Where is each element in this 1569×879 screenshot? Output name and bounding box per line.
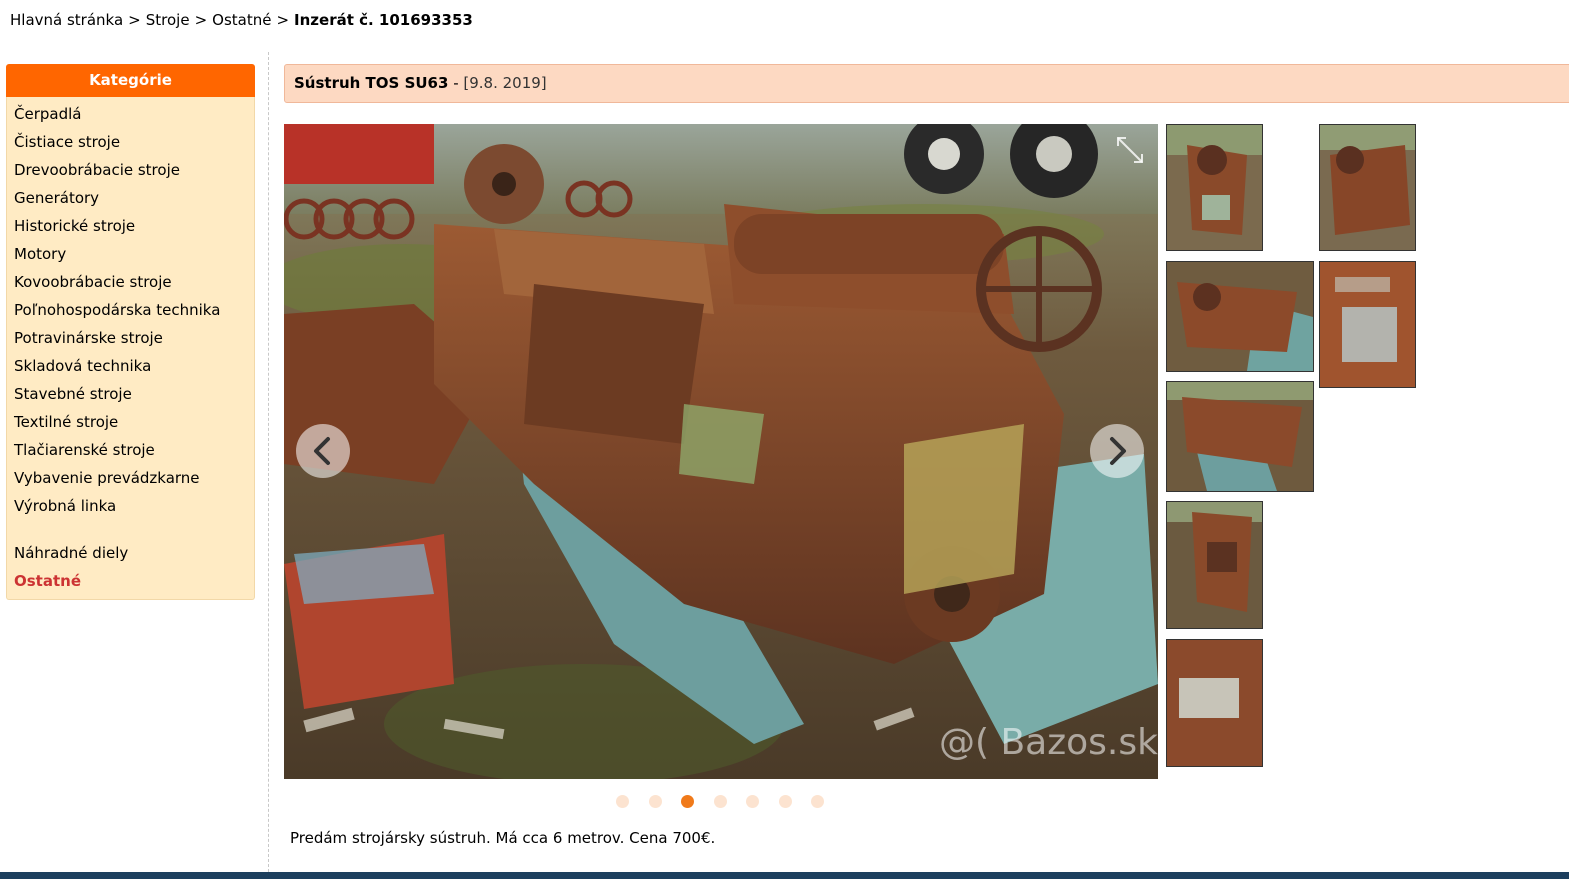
breadcrumb-stroje[interactable]: Stroje	[146, 11, 190, 29]
thumbnail-image	[1167, 262, 1313, 371]
thumbnail[interactable]	[1166, 639, 1263, 767]
thumbnail-image	[1320, 125, 1415, 250]
breadcrumb-ostatne[interactable]: Ostatné	[212, 11, 271, 29]
category-sidebar: Kategórie Čerpadlá Čistiace stroje Drevo…	[6, 64, 255, 600]
category-gap	[7, 520, 254, 539]
listing-description: Predám strojársky sústruh. Má cca 6 metr…	[290, 829, 716, 847]
category-item-historicke-stroje[interactable]: Historické stroje	[7, 212, 254, 240]
category-item-drevoobrabacie-stroje[interactable]: Drevoobrábacie stroje	[7, 156, 254, 184]
breadcrumb-separator: >	[276, 11, 290, 29]
thumbnail[interactable]	[1319, 124, 1416, 251]
breadcrumb-separator: >	[128, 11, 141, 29]
category-header: Kategórie	[6, 64, 255, 97]
category-item-kovoobrabacie-stroje[interactable]: Kovoobrábacie stroje	[7, 268, 254, 296]
watermark: @( Bazos.sk	[939, 722, 1158, 763]
listing-title: Sústruh TOS SU63	[294, 74, 449, 92]
category-item-nahradne-diely[interactable]: Náhradné diely	[7, 539, 254, 567]
gallery-dot[interactable]	[714, 795, 727, 808]
breadcrumb-current: Inzerát č. 101693353	[294, 11, 473, 29]
gallery-dot[interactable]	[746, 795, 759, 808]
category-item-polnohospodarska-technika[interactable]: Poľnohospodárska technika	[7, 296, 254, 324]
category-item-stavebne-stroje[interactable]: Stavebné stroje	[7, 380, 254, 408]
thumbnail[interactable]	[1166, 261, 1314, 372]
chevron-right-icon	[1110, 437, 1126, 465]
title-date-separator: -	[448, 74, 464, 92]
thumbnail[interactable]	[1166, 501, 1263, 629]
gallery-dot-active[interactable]	[681, 795, 694, 808]
category-item-skladova-technika[interactable]: Skladová technika	[7, 352, 254, 380]
main-photo[interactable]: @( Bazos.sk	[284, 124, 1158, 779]
content-divider	[268, 52, 269, 872]
thumbnail-image	[1167, 382, 1313, 491]
gallery-dot[interactable]	[616, 795, 629, 808]
category-item-ostatne[interactable]: Ostatné	[7, 567, 254, 595]
category-item-generatory[interactable]: Generátory	[7, 184, 254, 212]
listing-title-bar: Sústruh TOS SU63 - [9.8. 2019]	[284, 64, 1569, 103]
thumbnail-image	[1167, 125, 1262, 250]
category-item-cistiace-stroje[interactable]: Čistiace stroje	[7, 128, 254, 156]
thumbnail-image	[1167, 640, 1262, 766]
category-item-cerpadla[interactable]: Čerpadlá	[7, 100, 254, 128]
thumbnail-image	[1320, 262, 1415, 387]
breadcrumb-separator: >	[194, 11, 208, 29]
bottom-bar	[0, 872, 1569, 879]
breadcrumb: Hlavná stránka > Stroje > Ostatné > Inzerát č.…	[10, 11, 473, 29]
category-item-vyrobna-linka[interactable]: Výrobná linka	[7, 492, 254, 520]
gallery-next-button[interactable]	[1090, 424, 1144, 478]
category-item-vybavenie-prevadzkarne[interactable]: Vybavenie prevádzkarne	[7, 464, 254, 492]
gallery-prev-button[interactable]	[296, 424, 350, 478]
category-list: Čerpadlá Čistiace stroje Drevoobrábacie …	[6, 97, 255, 600]
thumbnail[interactable]	[1166, 124, 1263, 251]
breadcrumb-home[interactable]: Hlavná stránka	[10, 11, 123, 29]
expand-icon	[1117, 137, 1143, 163]
category-item-motory[interactable]: Motory	[7, 240, 254, 268]
lathe-photo	[284, 124, 1158, 779]
thumbnail-image	[1167, 502, 1262, 628]
category-item-tlaciarenske-stroje[interactable]: Tlačiarenské stroje	[7, 436, 254, 464]
gallery-dot[interactable]	[811, 795, 824, 808]
gallery-dot[interactable]	[649, 795, 662, 808]
gallery-dot[interactable]	[779, 795, 792, 808]
fullscreen-button[interactable]	[1114, 134, 1146, 166]
chevron-left-icon	[314, 437, 330, 465]
category-item-potravinarske-stroje[interactable]: Potravinárske stroje	[7, 324, 254, 352]
thumbnail[interactable]	[1319, 261, 1416, 388]
category-item-textilne-stroje[interactable]: Textilné stroje	[7, 408, 254, 436]
listing-date: [9.8. 2019]	[463, 74, 547, 92]
thumbnail[interactable]	[1166, 381, 1314, 492]
